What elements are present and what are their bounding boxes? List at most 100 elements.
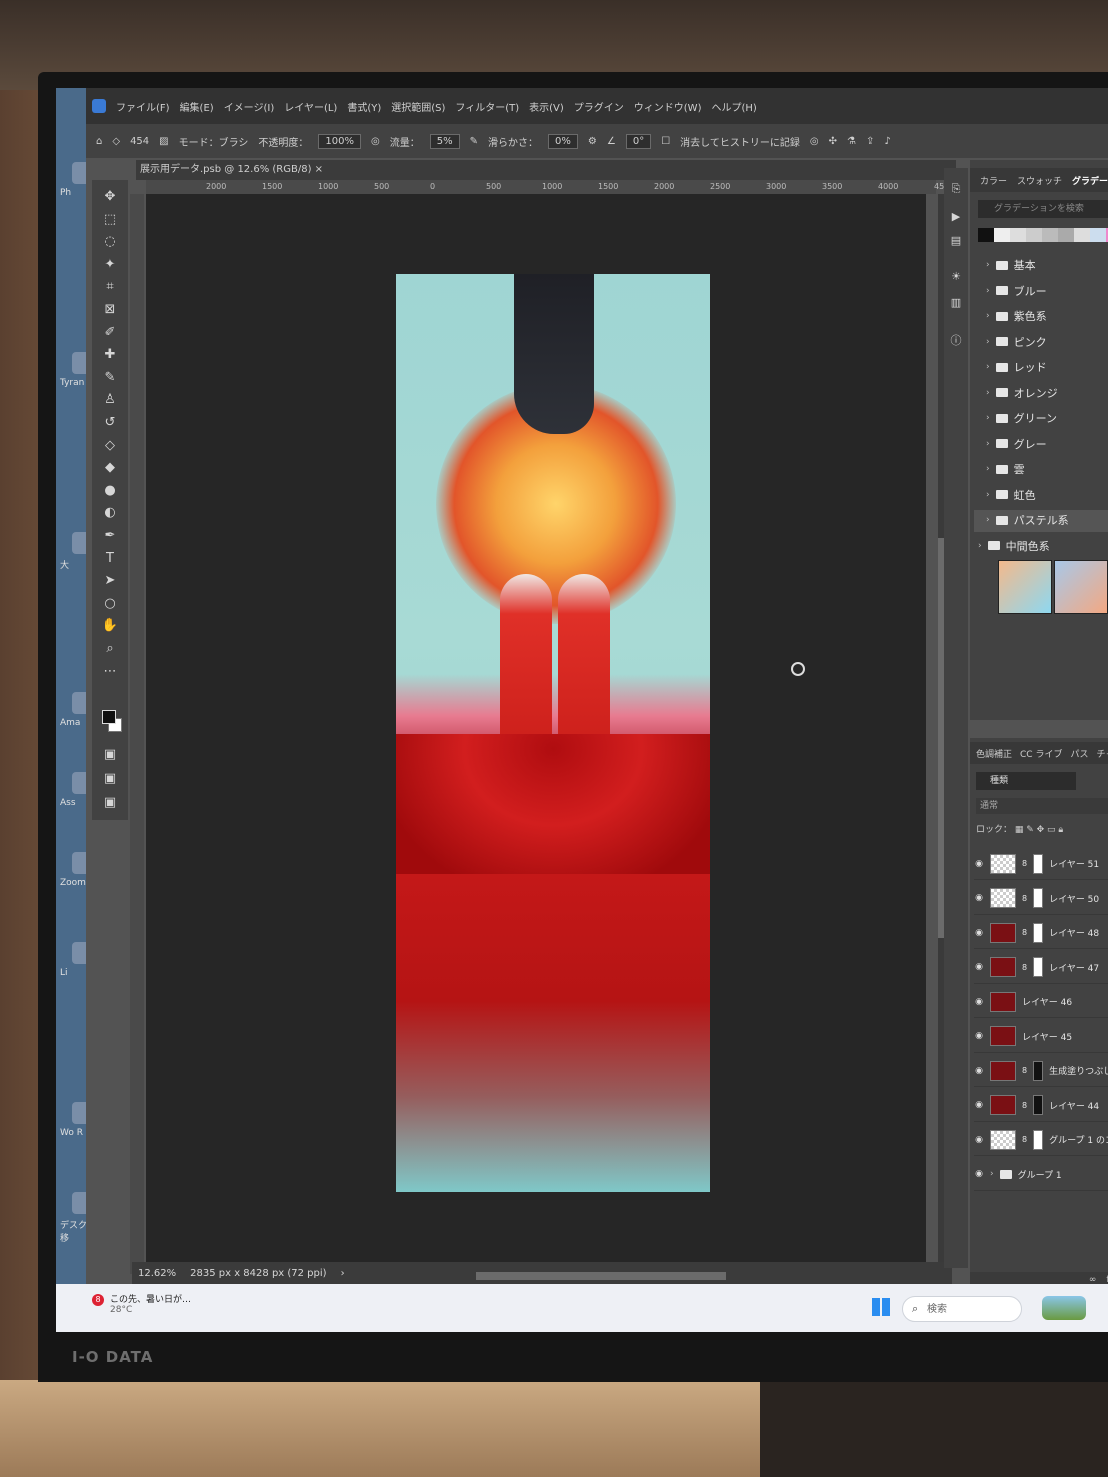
menu-filter[interactable]: フィルター(T) xyxy=(455,99,519,114)
flow-field[interactable]: 5% xyxy=(429,133,460,149)
visibility-eye-icon[interactable]: ◉ xyxy=(974,928,984,938)
chevron-right-icon[interactable]: › xyxy=(986,388,990,398)
more-tools-icon[interactable]: ⋯ xyxy=(101,663,119,681)
horizontal-scroll-thumb[interactable] xyxy=(476,1272,726,1280)
mask-link-icon[interactable]: 8 xyxy=(1022,859,1027,868)
layer-row[interactable]: ◉ 8 レイヤー 51 xyxy=(974,848,1108,880)
gradient-folder[interactable]: › グリーン xyxy=(986,407,1057,429)
layer-name[interactable]: 生成塗りつぶし xyxy=(1049,1064,1108,1077)
weather-widget[interactable]: この先、暑い日が… 28°C xyxy=(90,1292,220,1324)
foreground-color-swatch[interactable] xyxy=(102,710,116,724)
hand-tool-icon[interactable]: ✋ xyxy=(101,617,119,635)
pen-tool-icon[interactable]: ✒ xyxy=(101,527,119,545)
mask-link-icon[interactable]: 8 xyxy=(1022,928,1027,937)
gradient-folder[interactable]: › ブルー xyxy=(986,280,1047,302)
comments-icon[interactable]: ▤ xyxy=(949,234,963,248)
mask-link-icon[interactable]: 8 xyxy=(1022,894,1027,903)
layer-thumbnail[interactable] xyxy=(990,922,1016,943)
tab-cc-libraries[interactable]: CC ライブ xyxy=(1020,747,1062,760)
layer-name[interactable]: レイヤー 45 xyxy=(1022,1030,1072,1043)
brush-settings-icon[interactable]: ▨ xyxy=(159,136,168,147)
bell-icon[interactable]: ♪ xyxy=(884,136,890,147)
tab-paths[interactable]: パス xyxy=(1070,747,1088,760)
layer-filter-select[interactable]: 種類 xyxy=(976,772,1076,790)
visibility-eye-icon[interactable]: ◉ xyxy=(974,997,984,1007)
close-icon[interactable]: × xyxy=(315,164,323,175)
visibility-eye-icon[interactable]: ◉ xyxy=(974,962,984,972)
mask-link-icon[interactable]: 8 xyxy=(1022,1135,1027,1144)
gear-icon[interactable]: ⚙ xyxy=(588,136,597,147)
chevron-right-icon[interactable]: › xyxy=(990,1169,994,1179)
path-select-icon[interactable]: ➤ xyxy=(101,572,119,590)
layer-name[interactable]: レイヤー 51 xyxy=(1049,857,1099,870)
blend-mode-select[interactable]: 通常 xyxy=(976,798,1108,814)
gradient-preset-2[interactable] xyxy=(1054,560,1108,614)
opacity-field[interactable]: 100% xyxy=(318,133,362,149)
layer-name[interactable]: グループ 1 のコピー xyxy=(1049,1133,1108,1146)
tab-color[interactable]: カラー xyxy=(980,174,1007,187)
layer-mask-thumbnail[interactable] xyxy=(1033,957,1044,977)
gradient-search-input[interactable]: グラデーションを検索 xyxy=(978,200,1108,218)
layer-row[interactable]: ◉ レイヤー 46 xyxy=(974,986,1108,1018)
eyedropper-icon[interactable]: ✐ xyxy=(101,324,119,342)
chevron-right-icon[interactable]: › xyxy=(986,337,990,347)
menu-edit[interactable]: 編集(E) xyxy=(180,99,214,114)
recent-gradients-row[interactable] xyxy=(978,228,1108,242)
mask-link-icon[interactable]: 8 xyxy=(1022,963,1027,972)
layer-mask-thumbnail[interactable] xyxy=(1033,1129,1044,1150)
gradient-preset-1[interactable] xyxy=(998,560,1052,614)
layer-name[interactable]: レイヤー 44 xyxy=(1049,1099,1099,1112)
gradient-folder[interactable]: › 虹色 xyxy=(986,484,1036,506)
layer-mask-thumbnail[interactable] xyxy=(1033,1095,1044,1115)
pressure-size-icon[interactable]: ◎ xyxy=(810,136,819,147)
gradient-folder[interactable]: › レッド xyxy=(986,356,1047,378)
layer-thumbnail[interactable] xyxy=(990,853,1016,874)
menu-view[interactable]: 表示(V) xyxy=(529,99,564,114)
chevron-right-icon[interactable]: › xyxy=(986,439,990,449)
mode-label[interactable]: モード：ブラシ xyxy=(179,134,249,149)
magic-wand-icon[interactable]: ✦ xyxy=(101,256,119,274)
healing-brush-icon[interactable]: ✚ xyxy=(101,346,119,364)
artboard-icon[interactable]: ▣ xyxy=(101,794,119,812)
chevron-right-icon[interactable]: › xyxy=(986,260,990,270)
lasso-tool-icon[interactable]: ◌ xyxy=(101,233,119,251)
blur-tool-icon[interactable]: ● xyxy=(101,482,119,500)
zoom-tool-icon[interactable]: ⌕ xyxy=(101,640,119,658)
history-panel-icon[interactable]: ⎘ xyxy=(949,182,963,196)
frame-tool-icon[interactable]: ⊠ xyxy=(101,301,119,319)
layer-name[interactable]: レイヤー 47 xyxy=(1049,961,1099,974)
tab-channels[interactable]: チャン xyxy=(1096,747,1108,760)
info-icon[interactable]: ⓘ xyxy=(949,332,963,347)
actions-panel-icon[interactable]: ▶ xyxy=(949,210,963,224)
tab-adjustments[interactable]: 色調補正 xyxy=(976,747,1012,760)
visibility-eye-icon[interactable]: ◉ xyxy=(974,859,984,869)
eraser-preset-icon[interactable]: ◇ xyxy=(112,136,120,147)
menu-select[interactable]: 選択範囲(S) xyxy=(391,99,445,114)
airbrush-icon[interactable]: ✎ xyxy=(470,136,478,147)
chevron-right-icon[interactable]: › xyxy=(986,362,990,372)
layer-thumbnail[interactable] xyxy=(990,991,1016,1012)
menu-type[interactable]: 書式(Y) xyxy=(347,99,381,114)
gradient-folder[interactable]: › グレー xyxy=(986,433,1047,455)
menu-window[interactable]: ウィンドウ(W) xyxy=(634,99,702,114)
gradient-folder[interactable]: › ピンク xyxy=(986,331,1047,353)
dodge-tool-icon[interactable]: ◐ xyxy=(101,504,119,522)
zoom-level[interactable]: 12.62% xyxy=(138,1268,176,1279)
layer-row[interactable]: ◉ 8 レイヤー 44 xyxy=(974,1090,1108,1122)
mask-link-icon[interactable]: 8 xyxy=(1022,1101,1027,1110)
chevron-right-icon[interactable]: › xyxy=(986,515,990,525)
gradient-folder[interactable]: › パステル系 xyxy=(986,509,1069,531)
screen-mode-icon[interactable]: ▣ xyxy=(101,770,119,788)
layer-thumbnail[interactable] xyxy=(990,1026,1016,1046)
erase-history-checkbox[interactable]: ☐ xyxy=(661,136,670,147)
layer-mask-thumbnail[interactable] xyxy=(1033,1060,1044,1081)
layer-row[interactable]: ◉ › グループ 1 xyxy=(974,1159,1108,1191)
eraser-tool-icon[interactable]: ◇ xyxy=(101,437,119,455)
layer-row[interactable]: ◉ 8 レイヤー 50 xyxy=(974,883,1108,915)
mask-link-icon[interactable]: 8 xyxy=(1022,1066,1027,1075)
layer-name[interactable]: レイヤー 48 xyxy=(1049,926,1099,939)
document-tab[interactable]: 展示用データ.psb @ 12.6% (RGB/8) × xyxy=(136,160,956,180)
layer-name[interactable]: レイヤー 46 xyxy=(1022,995,1072,1008)
type-tool-icon[interactable]: T xyxy=(101,550,119,568)
layer-row[interactable]: ◉ レイヤー 45 xyxy=(974,1021,1108,1053)
